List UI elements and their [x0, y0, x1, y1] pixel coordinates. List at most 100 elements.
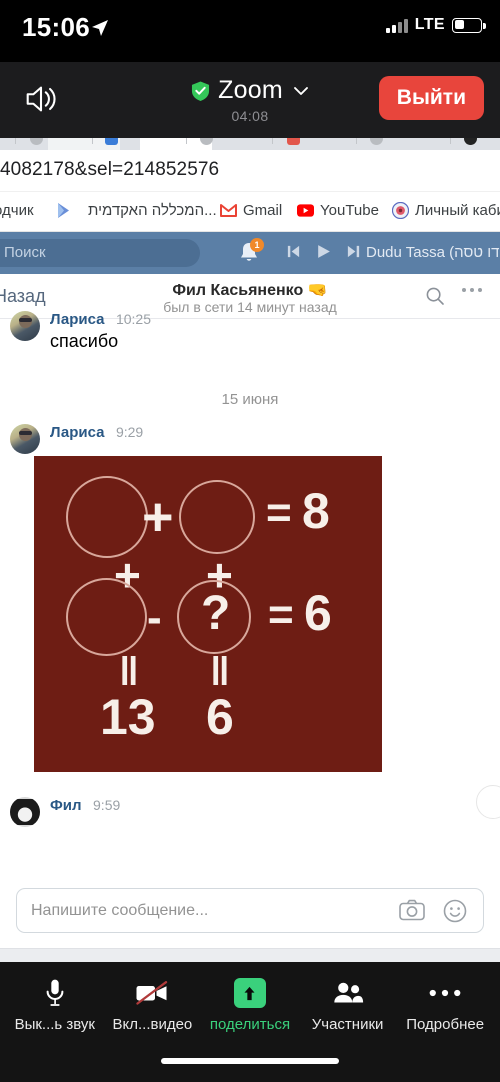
message-author[interactable]: Лариса [50, 311, 105, 328]
message-author[interactable]: Фил [50, 797, 82, 814]
smiley-icon[interactable] [443, 899, 467, 923]
message-input[interactable]: Напишите сообщение... [16, 888, 484, 933]
phone-screen: 15:06 LTE Zoom 04:08 Выйти 4082178&sel=2… [0, 0, 500, 1082]
math-puzzle-image[interactable]: + = 8 + + - ? = 6 ‖ ‖ 13 6 [34, 456, 382, 772]
chevron-down-icon[interactable] [293, 86, 309, 96]
message-meta: Лариса 10:25 [50, 311, 151, 329]
leave-meeting-button[interactable]: Выйти [378, 76, 484, 120]
bookmark-label: одчик [0, 202, 34, 219]
bookmark-item-personal-cabinet[interactable]: Личный кабин [392, 202, 500, 219]
toolbar-label: Участники [311, 1016, 384, 1033]
puzzle-circle-c [66, 578, 147, 656]
puzzle-total-right: 6 [206, 689, 234, 745]
puzzle-result-row1: 8 [302, 483, 330, 539]
contact-name-text: Фил Касьяненко [172, 282, 304, 299]
target-icon [392, 202, 409, 219]
puzzle-circle-b [179, 480, 255, 554]
skip-next-icon[interactable] [346, 244, 361, 259]
toolbar-mute-button[interactable]: Вык...ь звук [7, 976, 103, 1033]
bell-badge: 1 [250, 238, 264, 252]
tab-favicon [30, 138, 43, 145]
bookmark-item-youtube[interactable]: YouTube [297, 202, 379, 219]
video-off-icon [135, 976, 169, 1010]
location-arrow-icon [92, 20, 108, 36]
shared-screen-bottom-strip [0, 948, 500, 962]
tab-favicon [105, 138, 118, 145]
participants-icon [331, 976, 365, 1010]
home-indicator [161, 1058, 339, 1064]
ios-status-bar: 15:06 LTE [0, 0, 500, 62]
puzzle-result-row2: 6 [304, 585, 332, 641]
browser-tab-strip [0, 138, 500, 150]
toolbar-label: Подробнее [406, 1016, 485, 1033]
play-icon[interactable] [315, 243, 332, 260]
puzzle-equals-col-right: ‖ [210, 650, 230, 694]
url-text: 4082178&sel=214852576 [0, 159, 220, 180]
bookmark-item-hebrew-college[interactable]: המכללה האקדמית... [88, 202, 217, 219]
puzzle-equals-row1: = [266, 488, 292, 537]
network-label: LTE [414, 16, 445, 33]
bookmark-item-gmail[interactable]: Gmail [220, 202, 282, 219]
toolbar-more-button[interactable]: Подробнее [397, 976, 493, 1033]
message-input-placeholder: Напишите сообщение... [31, 902, 209, 919]
more-horizontal-icon [429, 976, 461, 1010]
message-meta: Фил 9:59 [50, 797, 120, 815]
browser-url-bar[interactable]: 4082178&sel=214852576 [0, 150, 500, 192]
vk-chat-body: Лариса 10:25 спасибо 15 июня Лариса 9:29 [0, 311, 500, 874]
partial-reaction-bubble[interactable] [476, 785, 500, 819]
gmail-icon [220, 202, 237, 219]
puzzle-equals-col-left: ‖ [119, 650, 139, 694]
puzzle-total-left: 13 [100, 689, 156, 745]
vk-search-input[interactable]: Поиск [0, 239, 200, 267]
message-author[interactable]: Лариса [50, 424, 105, 441]
contact-emoji: 🤜 [307, 282, 328, 299]
microphone-icon [43, 976, 67, 1010]
vk-message-compose-area: Напишите сообщение... [0, 874, 500, 948]
toolbar-label: Вык...ь звук [14, 1016, 95, 1033]
vk-top-navigation: Поиск 1 Dudu Tassa (דודו טסה) [0, 232, 500, 274]
vk-audio-player-controls [286, 243, 361, 260]
avatar[interactable] [10, 424, 40, 454]
bookmark-item-perevodchik[interactable]: одчик [0, 202, 34, 219]
message-item: Лариса 10:25 спасибо [10, 311, 151, 352]
tab-favicon [287, 138, 300, 145]
shared-screen-content: 4082178&sel=214852576 одчик המכללה האקדמ… [0, 138, 500, 962]
camera-icon[interactable] [399, 899, 425, 923]
search-icon[interactable] [425, 286, 445, 306]
toolbar-video-button[interactable]: Вкл...видео [104, 976, 200, 1033]
toolbar-share-button[interactable]: поделиться [202, 976, 298, 1033]
bookmark-label: המכללה האקדמית... [88, 202, 217, 219]
shield-check-icon [192, 81, 210, 101]
battery-icon [452, 17, 486, 33]
toolbar-participants-button[interactable]: Участники [300, 976, 396, 1033]
more-horizontal-icon[interactable] [462, 288, 482, 292]
message-time: 9:29 [115, 424, 144, 440]
puzzle-op-row1: + [142, 487, 174, 547]
toolbar-label: поделиться [209, 1016, 291, 1033]
signal-bars-icon [385, 18, 408, 33]
tab-favicon [370, 138, 383, 145]
toolbar-label: Вкл...видео [112, 1016, 193, 1033]
puzzle-op-row2: - [147, 593, 162, 642]
message-item: Лариса 9:29 [10, 424, 143, 454]
bookmark-label: YouTube [320, 202, 379, 219]
status-time: 15:06 [22, 12, 90, 42]
play-store-icon [55, 202, 72, 219]
message-item: Фил 9:59 [10, 797, 120, 827]
vk-now-playing-title: Dudu Tassa (דודו טסה) [366, 244, 500, 261]
browser-bookmarks-bar: одчик המכללה האקדמית... Gmail You [0, 192, 500, 232]
youtube-icon [297, 202, 314, 219]
zoom-app-title: Zoom [218, 76, 283, 104]
puzzle-equals-row2: = [268, 590, 294, 639]
puzzle-circle-a [66, 476, 148, 558]
date-separator: 15 июня [221, 391, 279, 408]
zoom-bottom-toolbar: Вык...ь звук Вкл...видео поделиться Учас… [0, 962, 500, 1082]
notifications-bell-icon[interactable]: 1 [238, 238, 264, 265]
message-text: спасибо [50, 331, 119, 351]
share-up-arrow-icon [233, 976, 266, 1010]
avatar[interactable] [10, 797, 40, 827]
bookmark-label: Gmail [243, 202, 283, 219]
skip-previous-icon[interactable] [286, 244, 301, 259]
bookmark-item-play-store[interactable] [55, 202, 72, 219]
avatar[interactable] [10, 311, 40, 341]
